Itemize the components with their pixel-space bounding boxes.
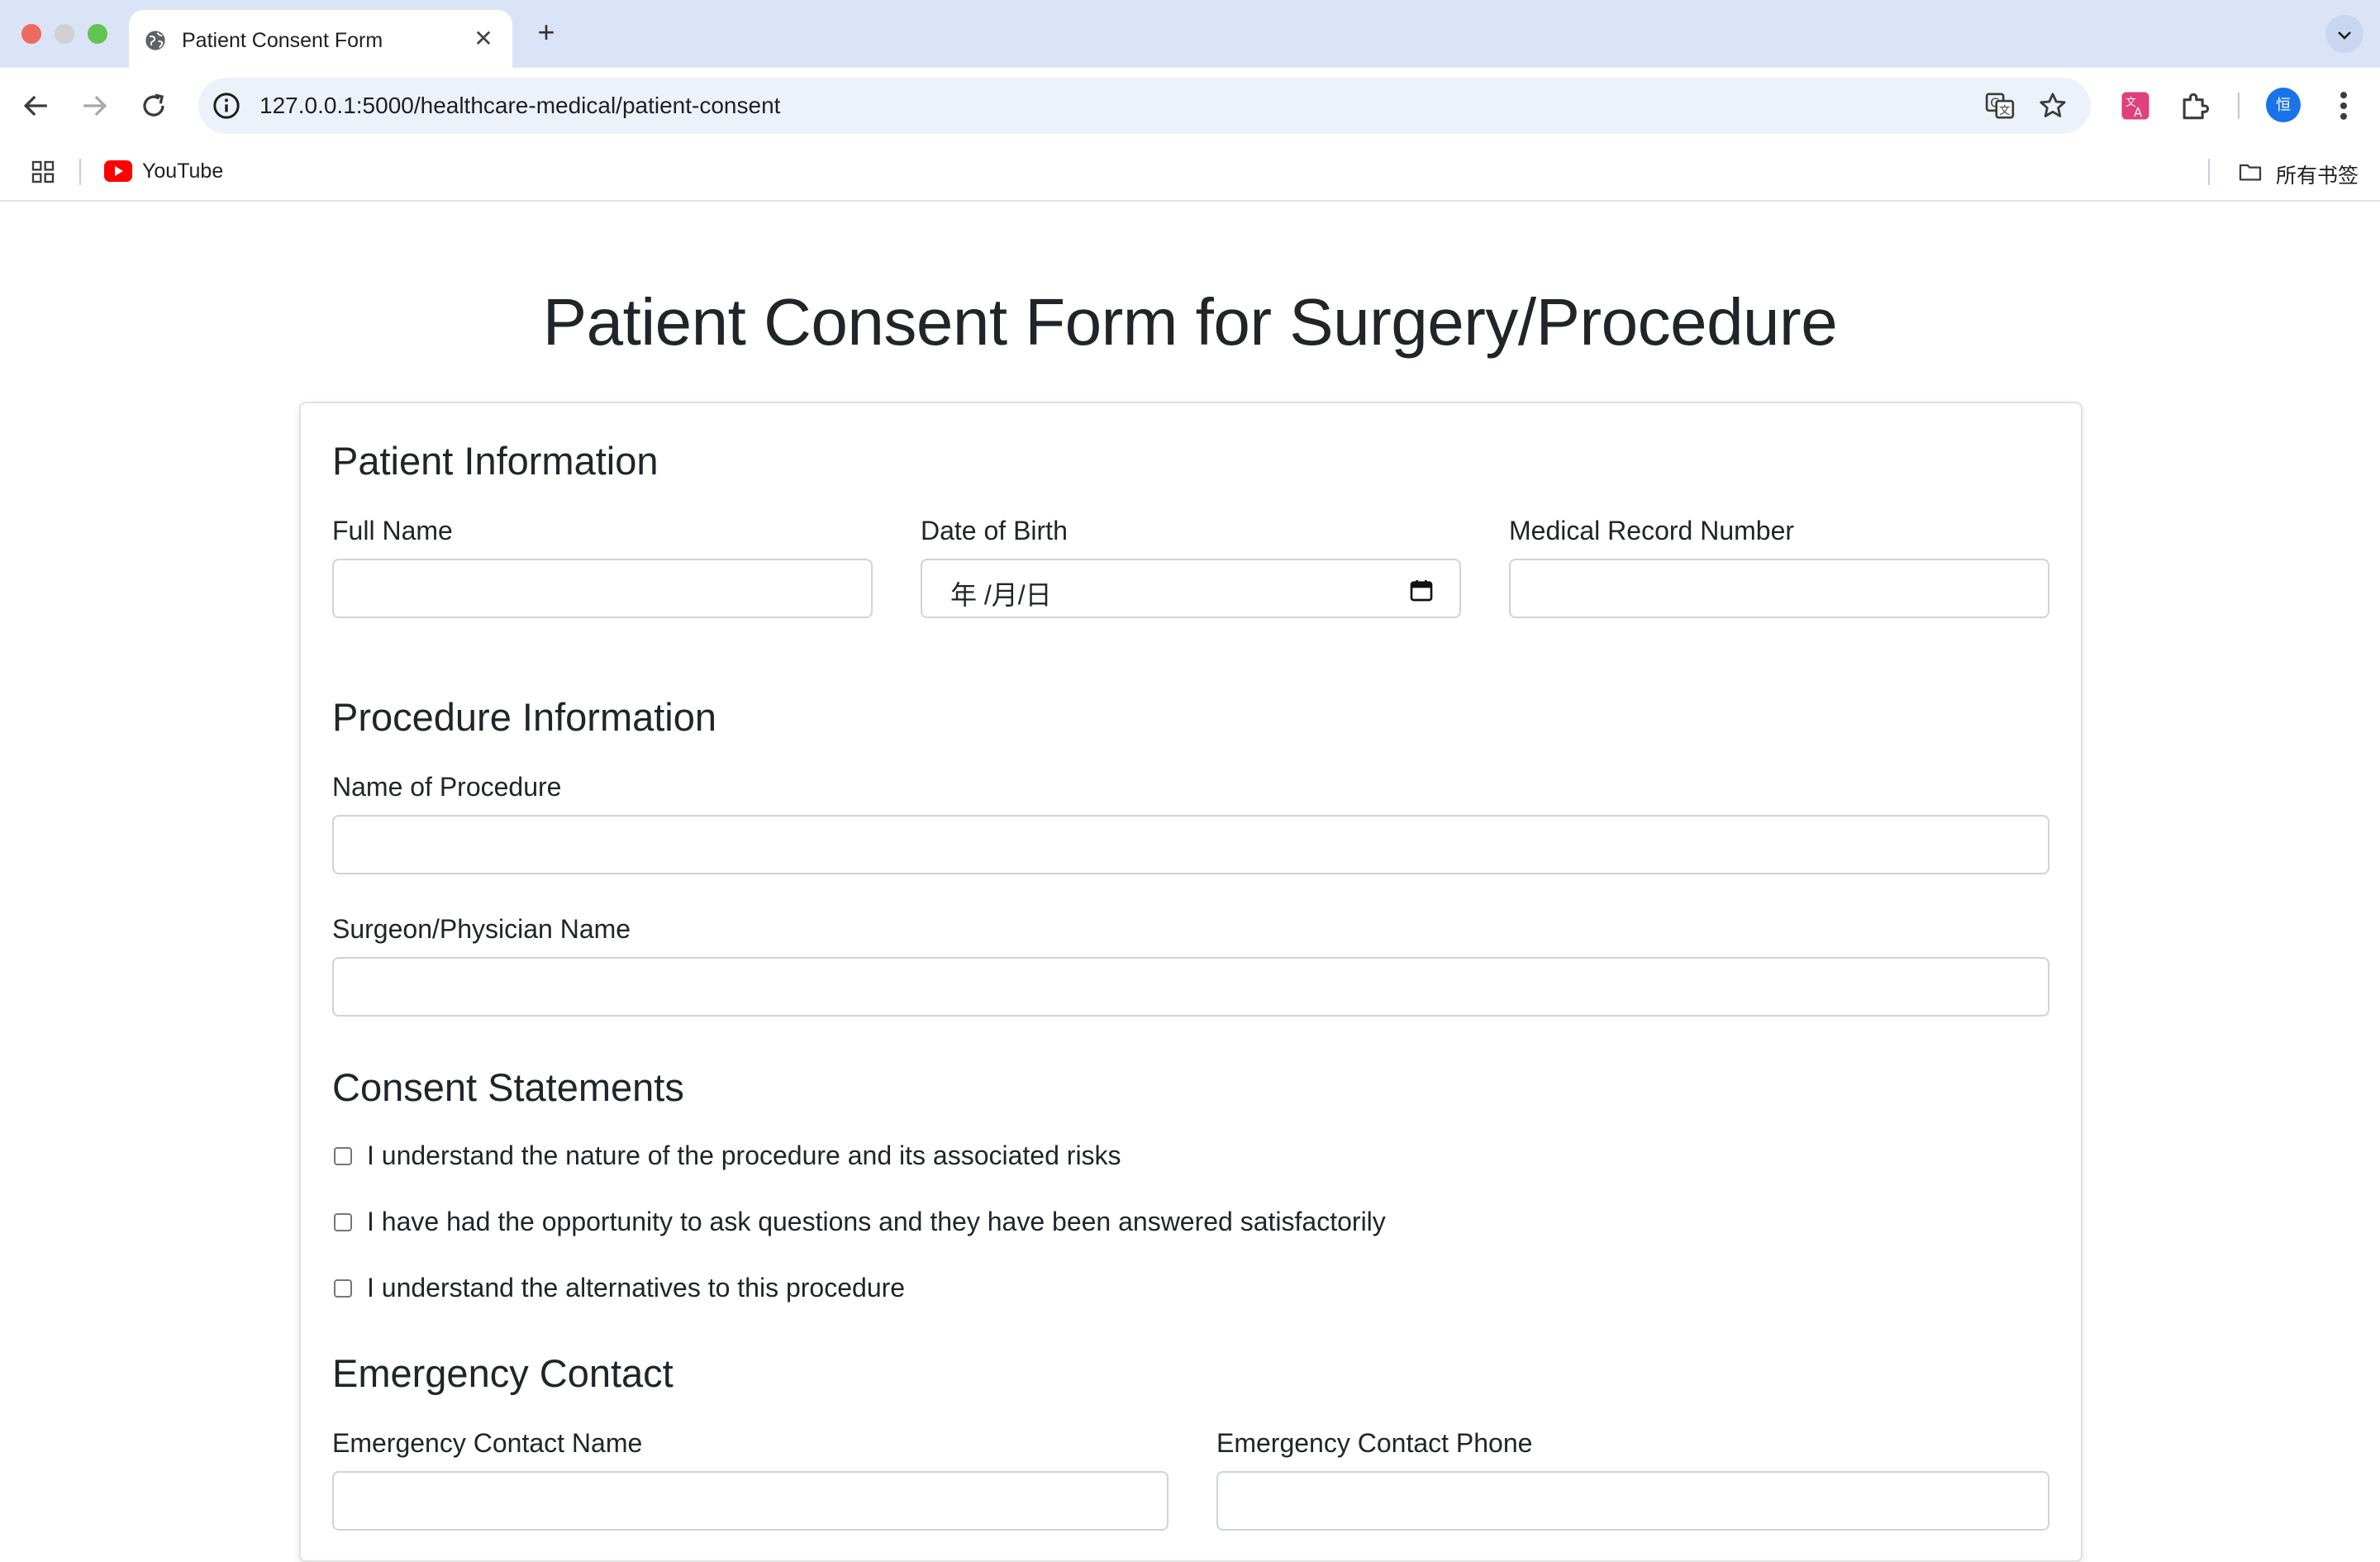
window-close-button[interactable] <box>21 24 41 44</box>
full-name-input[interactable] <box>332 559 873 618</box>
procedure-name-input[interactable] <box>332 815 2049 874</box>
page-title: Patient Consent Form for Surgery/Procedu… <box>542 285 1838 359</box>
url-text[interactable]: 127.0.0.1:5000/healthcare-medical/patien… <box>259 93 780 119</box>
consent-checkbox[interactable] <box>334 1147 352 1165</box>
emergency-phone-label: Emergency Contact Phone <box>1216 1428 1533 1458</box>
all-bookmarks-label: 所有书签 <box>2276 164 2359 188</box>
reload-icon <box>143 93 164 117</box>
tab-title: Patient Consent Form <box>182 29 383 52</box>
tab-search-button[interactable] <box>2325 15 2363 53</box>
site-info-icon[interactable] <box>210 89 243 122</box>
arrow-right-icon <box>83 95 107 117</box>
bookmark-star-icon[interactable] <box>2036 89 2069 122</box>
bookmark-separator <box>2208 159 2210 185</box>
browser-toolbar: 127.0.0.1:5000/healthcare-medical/patien… <box>0 68 2380 144</box>
window-minimize-button[interactable] <box>55 24 74 44</box>
more-menu-icon[interactable] <box>2329 88 2359 124</box>
translate-extension-icon[interactable]: 文 A <box>2117 88 2154 124</box>
new-tab-button[interactable]: + <box>532 17 560 47</box>
calendar-icon[interactable] <box>1408 577 1435 603</box>
consent-statement-text: I understand the alternatives to this pr… <box>367 1273 906 1302</box>
browser-tab-active[interactable]: Patient Consent Form ✕ <box>129 10 512 68</box>
consent-heading: Consent Statements <box>332 1065 684 1109</box>
dob-input[interactable]: 年 /月/日 <box>921 559 1461 618</box>
address-bar[interactable]: 127.0.0.1:5000/healthcare-medical/patien… <box>198 78 2091 134</box>
full-name-label: Full Name <box>332 516 453 545</box>
chevron-down-icon <box>2338 31 2351 40</box>
back-button[interactable] <box>18 88 55 124</box>
arrow-left-icon <box>23 95 47 117</box>
extensions-puzzle-icon[interactable] <box>2177 88 2213 124</box>
page-content: Patient Consent Form for Surgery/Procedu… <box>0 202 2380 1562</box>
svg-text:文: 文 <box>1999 104 2010 117</box>
translate-icon[interactable]: G 文 <box>1983 89 2016 122</box>
consent-checkbox[interactable] <box>334 1279 352 1298</box>
surgeon-name-label: Surgeon/Physician Name <box>332 914 631 944</box>
mrn-input[interactable] <box>1509 559 2049 618</box>
dob-label: Date of Birth <box>921 516 1068 545</box>
bookmark-youtube-label: YouTube <box>142 160 224 183</box>
globe-icon <box>145 31 165 50</box>
emergency-phone-input[interactable] <box>1216 1471 2049 1531</box>
emergency-name-label: Emergency Contact Name <box>332 1428 643 1458</box>
profile-avatar[interactable]: 恒 <box>2266 88 2301 122</box>
toolbar-divider <box>2238 93 2240 119</box>
reload-button[interactable] <box>136 88 172 124</box>
tab-close-icon[interactable]: ✕ <box>471 26 496 51</box>
folder-icon <box>2239 164 2262 181</box>
bookmarks-bar: YouTube 所有书签 <box>0 144 2380 202</box>
apps-grid-icon[interactable] <box>30 159 56 185</box>
surgeon-name-input[interactable] <box>332 957 2049 1017</box>
consent-form-card: Patient Information Full Name Date of Bi… <box>299 402 2082 1562</box>
mrn-label: Medical Record Number <box>1509 516 1795 545</box>
procedure-name-label: Name of Procedure <box>332 772 562 802</box>
window-maximize-button[interactable] <box>88 24 107 44</box>
browser-tab-bar: Patient Consent Form ✕ + <box>0 0 2380 68</box>
consent-checkbox[interactable] <box>334 1213 352 1231</box>
emergency-contact-heading: Emergency Contact <box>332 1351 674 1395</box>
procedure-info-heading: Procedure Information <box>332 695 717 739</box>
svg-text:A: A <box>2134 106 2142 120</box>
emergency-name-input[interactable] <box>332 1471 1169 1531</box>
dob-placeholder: 年 /月/日 <box>950 580 1052 610</box>
youtube-icon <box>104 160 132 182</box>
consent-statement-text: I understand the nature of the procedure… <box>367 1141 1121 1170</box>
bookmark-separator <box>79 159 81 185</box>
patient-info-heading: Patient Information <box>332 439 659 483</box>
consent-statement-text: I have had the opportunity to ask questi… <box>367 1207 1386 1236</box>
forward-button[interactable] <box>76 88 112 124</box>
